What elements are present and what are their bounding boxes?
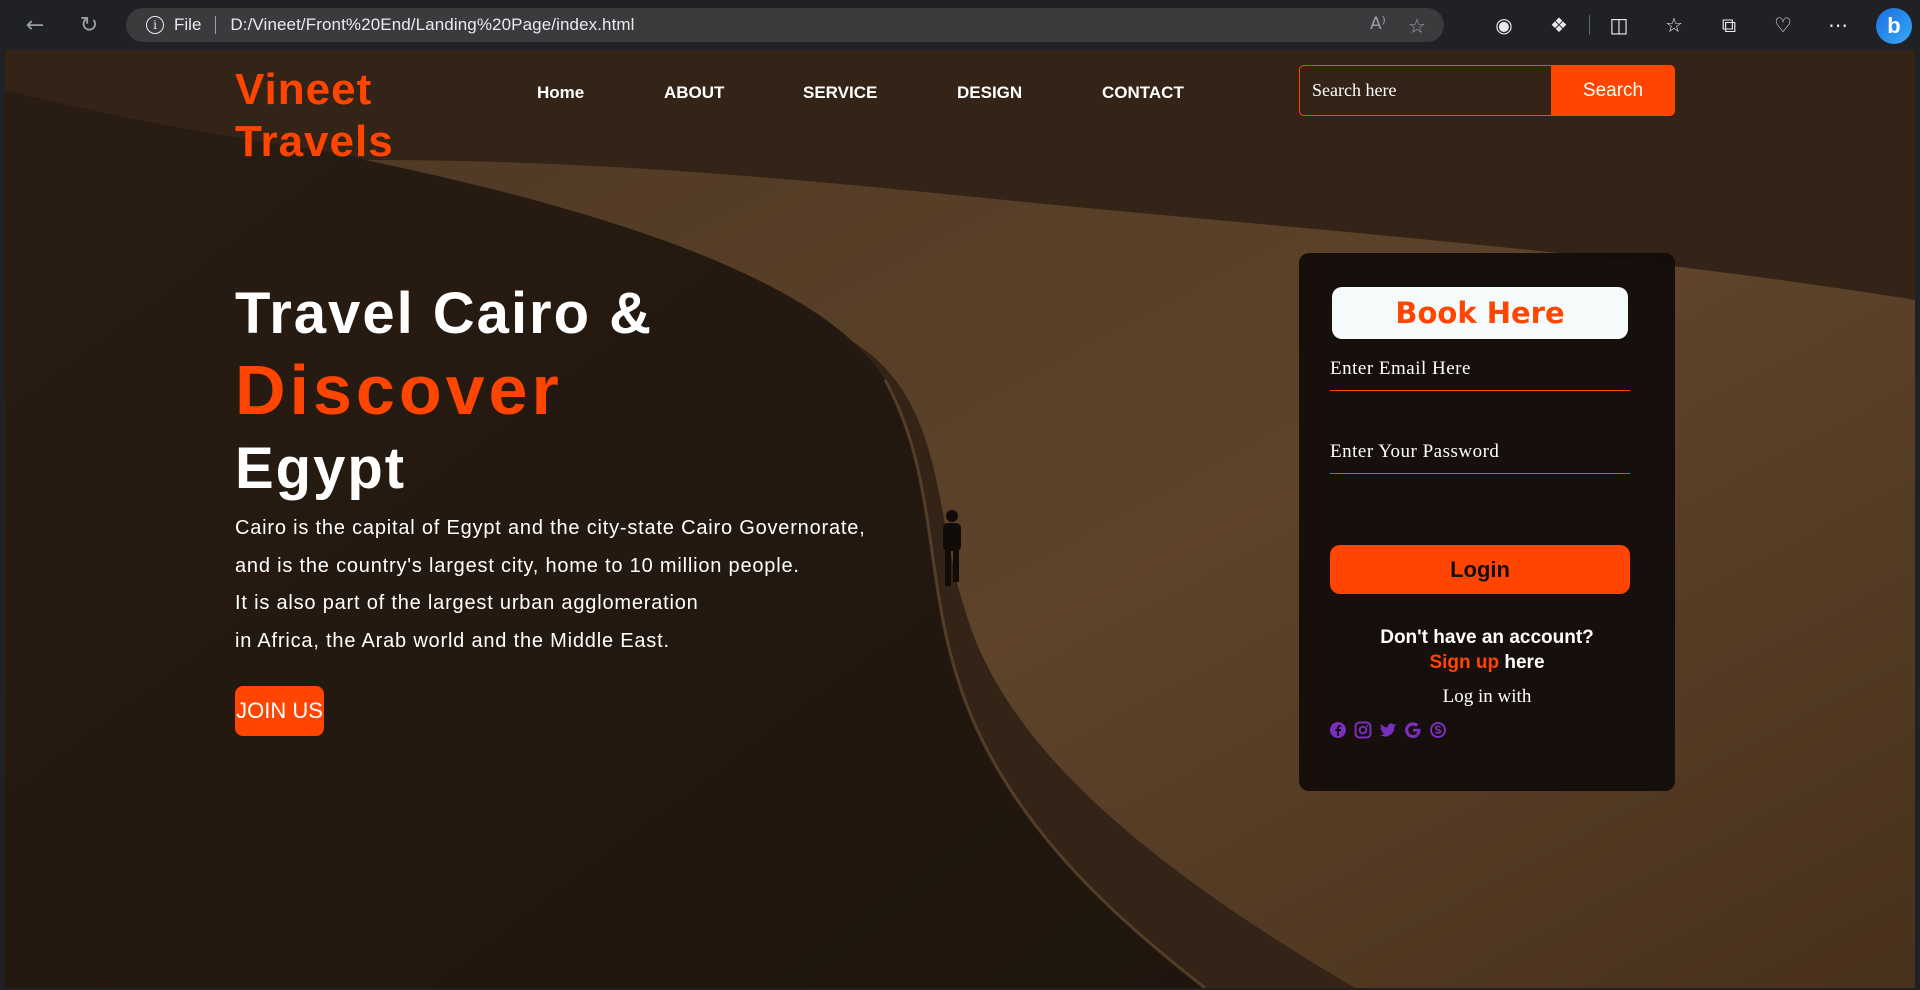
extensions-icon[interactable]: ❖ xyxy=(1544,10,1574,40)
book-here-title: Book Here xyxy=(1332,287,1628,339)
instagram-icon[interactable] xyxy=(1354,721,1372,739)
page-viewport: Vineet Travels Home ABOUT SERVICE DESIGN… xyxy=(5,50,1915,988)
info-icon[interactable]: i xyxy=(146,16,164,34)
description-line: and is the country's largest city, home … xyxy=(235,554,800,577)
login-card: Book Here Login Don't have an account? S… xyxy=(1299,253,1675,791)
hero-title-line-2: Discover xyxy=(235,351,563,429)
browser-toolbar: ← ↻ i File D:/Vineet/Front%20End/Landing… xyxy=(0,0,1920,50)
bing-icon[interactable]: b xyxy=(1876,8,1912,44)
no-account-text: Don't have an account? xyxy=(1380,627,1594,648)
address-separator xyxy=(215,16,217,34)
hero-title-line-3: Egypt xyxy=(235,436,407,501)
more-options-icon[interactable]: ⋯ xyxy=(1823,10,1853,40)
search-input[interactable] xyxy=(1299,65,1551,116)
read-aloud-icon[interactable]: A⁾ xyxy=(1370,14,1386,34)
description-line: It is also part of the largest urban agg… xyxy=(235,592,699,614)
password-field[interactable] xyxy=(1330,430,1630,474)
login-with-label: Log in with xyxy=(1442,686,1532,707)
nav-contact[interactable]: CONTACT xyxy=(1102,83,1184,103)
logo-line-2: Travels xyxy=(235,117,394,166)
split-screen-icon[interactable]: ◫ xyxy=(1604,10,1634,40)
email-field[interactable] xyxy=(1330,347,1630,391)
description-line: in Africa, the Arab world and the Middle… xyxy=(235,629,670,652)
skype-icon[interactable] xyxy=(1429,721,1447,739)
back-icon[interactable]: ← xyxy=(20,10,50,40)
extension-badge-icon[interactable]: ◉ xyxy=(1489,10,1519,40)
signup-link[interactable]: Sign up xyxy=(1429,652,1499,673)
site-logo[interactable]: Vineet Travels xyxy=(235,64,394,168)
address-bar[interactable]: i File D:/Vineet/Front%20End/Landing%20P… xyxy=(126,8,1444,42)
collections-icon[interactable]: ⧉ xyxy=(1714,10,1744,40)
social-login-icons xyxy=(1329,721,1447,739)
refresh-icon[interactable]: ↻ xyxy=(74,10,104,40)
hero-description: Cairo is the capital of Egypt and the ci… xyxy=(235,510,866,660)
nav-design[interactable]: DESIGN xyxy=(957,83,1022,103)
nav-about[interactable]: ABOUT xyxy=(664,83,724,103)
toolbar-divider xyxy=(1589,15,1590,35)
favorite-star-icon[interactable]: ☆ xyxy=(1408,14,1426,38)
twitter-icon[interactable] xyxy=(1379,721,1397,739)
protocol-label: File xyxy=(174,15,202,34)
nav-service[interactable]: SERVICE xyxy=(803,83,877,103)
search-button[interactable]: Search xyxy=(1551,65,1675,116)
walking-person-image xyxy=(943,510,961,586)
logo-line-1: Vineet xyxy=(235,65,373,114)
browser-essentials-icon[interactable]: ♡ xyxy=(1768,10,1798,40)
login-button[interactable]: Login xyxy=(1330,545,1630,594)
join-us-button[interactable]: JOIN US xyxy=(235,686,324,736)
url-text[interactable]: D:/Vineet/Front%20End/Landing%20Page/ind… xyxy=(230,15,634,35)
facebook-icon[interactable] xyxy=(1329,721,1347,739)
signup-suffix: here xyxy=(1499,652,1545,673)
google-icon[interactable] xyxy=(1404,721,1422,739)
signup-prompt: Don't have an account? Sign up here xyxy=(1299,625,1675,675)
nav-home[interactable]: Home xyxy=(537,83,584,103)
hero-title-line-1: Travel Cairo & xyxy=(235,281,654,346)
description-line: Cairo is the capital of Egypt and the ci… xyxy=(235,517,866,539)
favorites-icon[interactable]: ☆ xyxy=(1659,10,1689,40)
